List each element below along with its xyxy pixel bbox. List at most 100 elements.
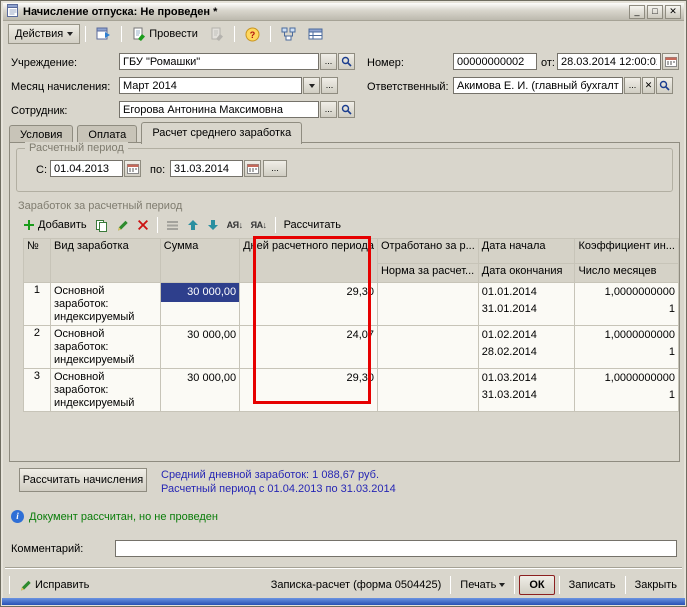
footer-toolbar: Исправить Записка-расчет (форма 0504425)… xyxy=(5,572,682,598)
minimize-button[interactable]: _ xyxy=(629,5,645,19)
help-icon: ? xyxy=(245,27,260,42)
close-document-button[interactable]: Закрыть xyxy=(630,575,682,595)
number-input[interactable] xyxy=(453,53,537,70)
institution-input[interactable] xyxy=(119,53,319,70)
cell-sum[interactable]: 30 000,00 xyxy=(160,326,239,369)
month-dropdown-button[interactable] xyxy=(303,77,320,94)
move-up-icon[interactable] xyxy=(184,216,202,234)
fix-document-button[interactable]: Исправить xyxy=(14,575,94,595)
cell-dates[interactable]: 01.02.201428.02.2014 xyxy=(478,326,575,369)
footer-divider xyxy=(5,567,682,569)
cell-days[interactable]: 29,30 xyxy=(240,369,378,412)
cell-worked[interactable] xyxy=(377,369,478,412)
chevron-down-icon xyxy=(309,84,315,88)
month-select-button[interactable]: ... xyxy=(321,77,338,94)
copy-row-icon[interactable] xyxy=(92,216,111,234)
cell-type[interactable]: Основной заработок: индексируемый xyxy=(50,326,160,369)
cell-days[interactable]: 29,30 xyxy=(240,283,378,326)
close-button[interactable]: ✕ xyxy=(665,5,681,19)
responsible-lookup-button[interactable] xyxy=(656,77,673,94)
period-select-button[interactable]: ... xyxy=(263,160,287,177)
titlebar[interactable]: Начисление отпуска: Не проведен * _ □ ✕ xyxy=(3,3,684,21)
svg-text:?: ? xyxy=(250,30,256,40)
post-and-close-icon[interactable] xyxy=(205,24,229,44)
sort-ascending-icon[interactable]: АЯ↓ xyxy=(224,216,246,234)
calculate-accruals-button[interactable]: Рассчитать начисления xyxy=(19,468,147,492)
month-label: Месяц начисления: xyxy=(11,81,110,93)
tab-average-earnings[interactable]: Расчет среднего заработка xyxy=(141,122,302,144)
column-header-days[interactable]: Дней расчетного периода xyxy=(240,239,378,283)
note-calculation-button[interactable]: Записка-расчет (форма 0504425) xyxy=(266,575,447,595)
institution-select-button[interactable]: ... xyxy=(320,53,337,70)
cell-num[interactable]: 1 xyxy=(24,283,51,326)
period-to-input[interactable] xyxy=(170,160,243,177)
post-button[interactable]: Провести xyxy=(127,24,203,44)
toolbar-separator xyxy=(85,26,86,42)
period-from-input[interactable] xyxy=(50,160,123,177)
output-list-icon[interactable] xyxy=(91,24,116,44)
responsible-input[interactable] xyxy=(453,77,623,94)
toolbar-separator xyxy=(157,217,158,233)
cell-type[interactable]: Основной заработок: индексируемый xyxy=(50,283,160,326)
save-button[interactable]: Записать xyxy=(564,575,621,595)
cell-coeff[interactable]: 1,00000000001 xyxy=(575,283,679,326)
cell-worked[interactable] xyxy=(377,326,478,369)
comment-input[interactable] xyxy=(115,540,677,557)
column-header-num[interactable]: № xyxy=(24,239,51,283)
column-header-sum[interactable]: Сумма xyxy=(160,239,239,283)
period-to-label: по: xyxy=(150,164,165,176)
cell-type[interactable]: Основной заработок: индексируемый xyxy=(50,369,160,412)
column-header-worked[interactable]: Отработано за р... xyxy=(377,239,478,264)
period-to-calendar-button[interactable] xyxy=(244,160,261,177)
cell-sum[interactable]: 30 000,00 xyxy=(160,369,239,412)
cell-days[interactable]: 24,07 xyxy=(240,326,378,369)
cell-coeff[interactable]: 1,00000000001 xyxy=(575,369,679,412)
employee-input[interactable] xyxy=(119,101,319,118)
column-header-months[interactable]: Число месяцев xyxy=(575,264,679,283)
document-structure-icon[interactable] xyxy=(276,24,301,44)
employee-select-button[interactable]: ... xyxy=(320,101,337,118)
date-calendar-button[interactable] xyxy=(662,53,679,70)
edit-row-icon[interactable] xyxy=(113,216,132,234)
column-header-type[interactable]: Вид заработка xyxy=(50,239,160,283)
pencil-icon xyxy=(19,579,32,592)
cell-dates[interactable]: 01.01.201431.01.2014 xyxy=(478,283,575,326)
print-button[interactable]: Печать xyxy=(455,575,510,595)
responsible-clear-button[interactable]: ✕ xyxy=(642,77,655,94)
responsible-select-button[interactable]: ... xyxy=(624,77,641,94)
column-header-norm[interactable]: Норма за расчет... xyxy=(377,264,478,283)
actions-button[interactable]: Действия xyxy=(8,24,80,44)
month-input[interactable] xyxy=(119,77,302,94)
cell-worked[interactable] xyxy=(377,283,478,326)
earnings-group-title: Заработок за расчетный период xyxy=(18,200,182,212)
help-button[interactable]: ? xyxy=(240,24,265,44)
maximize-button[interactable]: □ xyxy=(647,5,663,19)
toolbar-separator xyxy=(514,576,515,594)
move-down-icon[interactable] xyxy=(204,216,222,234)
employee-lookup-button[interactable] xyxy=(338,101,355,118)
add-row-button[interactable]: Добавить xyxy=(20,216,90,234)
cell-sum[interactable]: 30 000,00 xyxy=(160,283,239,326)
recalculate-label: Рассчитать xyxy=(284,219,341,231)
period-from-calendar-button[interactable] xyxy=(124,160,141,177)
cell-num[interactable]: 2 xyxy=(24,326,51,369)
ok-button[interactable]: ОК xyxy=(519,575,554,595)
institution-lookup-button[interactable] xyxy=(338,53,355,70)
cell-num[interactable]: 3 xyxy=(24,369,51,412)
column-header-coeff[interactable]: Коэффициент ин... xyxy=(575,239,679,264)
window-title: Начисление отпуска: Не проведен * xyxy=(23,6,627,18)
recalculate-rows-button[interactable]: Рассчитать xyxy=(281,216,344,234)
date-field xyxy=(557,53,679,70)
table-row: 2 Основной заработок: индексируемый 30 0… xyxy=(24,326,679,369)
cell-dates[interactable]: 01.03.201431.03.2014 xyxy=(478,369,575,412)
reorder-rows-icon[interactable] xyxy=(163,216,182,234)
column-header-date-end[interactable]: Дата окончания xyxy=(478,264,575,283)
cell-coeff[interactable]: 1,00000000001 xyxy=(575,326,679,369)
column-header-date-start[interactable]: Дата начала xyxy=(478,239,575,264)
date-input[interactable] xyxy=(557,53,661,70)
delete-row-icon[interactable] xyxy=(134,216,152,234)
document-movements-icon[interactable] xyxy=(303,24,328,44)
period-group-title: Расчетный период xyxy=(25,142,128,154)
magnifier-icon xyxy=(659,80,670,91)
sort-descending-icon[interactable]: ЯА↓ xyxy=(248,216,270,234)
